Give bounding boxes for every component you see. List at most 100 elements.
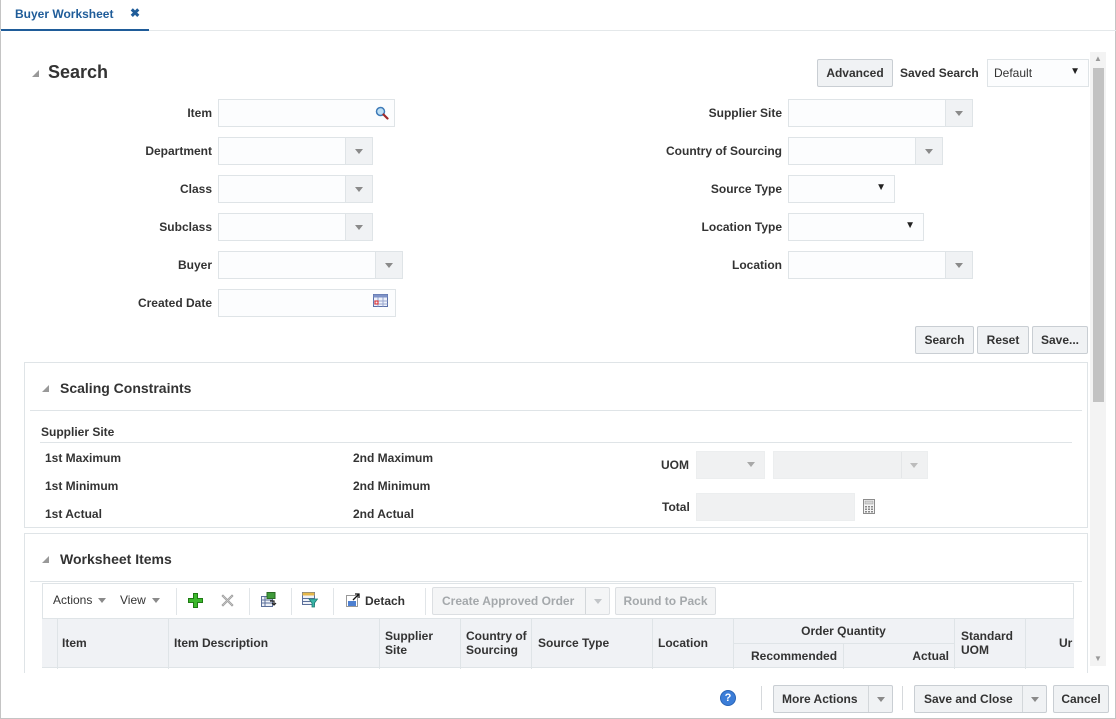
class-combobox[interactable] (218, 175, 373, 203)
dropdown-arrow-icon[interactable] (375, 252, 402, 278)
dropdown-caret-icon: ▼ (905, 220, 915, 231)
dropdown-caret-icon: ▼ (876, 182, 886, 193)
column-header-standard-uom[interactable]: Standard UOM (961, 629, 1013, 657)
column-header-item-description[interactable]: Item Description (174, 636, 268, 650)
column-divider (168, 619, 169, 669)
collapse-worksheet-icon[interactable] (42, 556, 49, 563)
column-divider (57, 619, 58, 669)
location-label: Location (732, 258, 782, 272)
subclass-combobox[interactable] (218, 213, 373, 241)
save-and-close-button[interactable]: Save and Close (914, 685, 1047, 713)
round-to-pack-label: Round to Pack (623, 594, 708, 608)
tab-buyer-worksheet[interactable]: Buyer Worksheet ✖ (1, 0, 149, 31)
column-header-unit-partial[interactable]: Ur (1059, 636, 1072, 650)
chevron-down-icon[interactable] (868, 686, 892, 712)
worksheet-toolbar: Actions View Detach Create Approved Orde… (42, 583, 1074, 618)
chevron-down-icon[interactable] (1022, 686, 1046, 712)
help-icon[interactable]: ? (720, 690, 736, 706)
search-button[interactable]: Search (915, 326, 974, 354)
header-line: Supplier (385, 629, 434, 643)
save-search-button-label: Save... (1040, 333, 1080, 347)
dropdown-caret-icon (910, 463, 918, 468)
column-divider (1025, 619, 1026, 669)
advanced-label: Advanced (826, 66, 884, 80)
calculator-icon[interactable] (863, 499, 875, 514)
supplier-site-combobox[interactable] (788, 99, 973, 127)
department-combobox[interactable] (218, 137, 373, 165)
dropdown-arrow-icon[interactable] (345, 176, 372, 202)
collapse-search-icon[interactable] (32, 70, 39, 77)
scrollbar-thumb[interactable] (1093, 68, 1104, 402)
first-maximum-label: 1st Maximum (45, 451, 122, 465)
round-to-pack-button[interactable]: Round to Pack (615, 587, 716, 615)
scaling-supplier-site-label: Supplier Site (41, 425, 115, 439)
save-and-close-label: Save and Close (924, 692, 1013, 706)
delete-icon[interactable] (221, 594, 234, 607)
uom-combobox (773, 451, 928, 479)
add-icon[interactable] (188, 593, 203, 608)
divider (40, 442, 1072, 443)
column-header-actual[interactable]: Actual (843, 649, 949, 663)
item-input[interactable] (218, 99, 395, 127)
more-actions-button[interactable]: More Actions (773, 685, 893, 713)
created-date-input[interactable] (218, 289, 396, 317)
search-icon[interactable] (375, 106, 389, 120)
toolbar-separator (249, 588, 250, 615)
export-to-excel-icon[interactable] (261, 592, 277, 608)
collapse-scaling-icon[interactable] (42, 385, 49, 392)
location-type-select[interactable]: ▼ (788, 213, 924, 241)
dropdown-arrow-icon[interactable] (945, 100, 972, 126)
first-actual-label: 1st Actual (45, 507, 102, 521)
total-input (696, 493, 855, 521)
saved-search-label: Saved Search (900, 66, 979, 80)
cancel-button[interactable]: Cancel (1053, 685, 1109, 713)
header-line: Site (385, 643, 408, 657)
chevron-down-icon[interactable] (585, 588, 609, 614)
reset-button[interactable]: Reset (977, 326, 1029, 354)
column-header-supplier-site[interactable]: Supplier Site (385, 629, 433, 657)
total-label: Total (662, 500, 690, 514)
supplier-site-label: Supplier Site (708, 106, 782, 120)
saved-search-value: Default (994, 66, 1033, 80)
query-by-example-icon[interactable] (302, 592, 318, 608)
close-icon[interactable]: ✖ (130, 6, 140, 20)
buyer-combobox[interactable] (218, 251, 403, 279)
country-of-sourcing-combobox[interactable] (788, 137, 943, 165)
detach-button[interactable]: Detach (346, 593, 405, 608)
column-header-location[interactable]: Location (658, 636, 708, 650)
dropdown-arrow-icon[interactable] (345, 214, 372, 240)
location-combobox[interactable] (788, 251, 973, 279)
source-type-label: Source Type (710, 182, 782, 196)
column-header-recommended[interactable]: Recommended (751, 649, 837, 663)
create-approved-order-button[interactable]: Create Approved Order (432, 587, 610, 615)
header-line: UOM (961, 643, 989, 657)
toolbar-separator (333, 588, 334, 615)
scroll-down-icon[interactable]: ▼ (1090, 652, 1106, 666)
saved-search-select[interactable]: Default ▼ (987, 59, 1089, 87)
source-type-select[interactable]: ▼ (788, 175, 895, 203)
divider (30, 581, 1082, 582)
save-search-button[interactable]: Save... (1032, 326, 1088, 354)
column-header-item[interactable]: Item (62, 636, 87, 650)
dropdown-arrow-icon[interactable] (945, 252, 972, 278)
dropdown-caret-icon: ▼ (1070, 66, 1080, 77)
vertical-scrollbar[interactable]: ▲ ▼ (1090, 52, 1106, 666)
advanced-button[interactable]: Advanced (817, 59, 893, 87)
chevron-down-icon (98, 598, 107, 604)
column-divider (652, 619, 653, 669)
dropdown-arrow-icon[interactable] (915, 138, 942, 164)
dropdown-arrow-icon[interactable] (345, 138, 372, 164)
first-minimum-label: 1st Minimum (45, 479, 119, 493)
scroll-up-icon[interactable]: ▲ (1090, 52, 1106, 66)
detach-label: Detach (365, 594, 406, 608)
actions-menu[interactable]: Actions (53, 593, 107, 607)
column-header-country-of-sourcing[interactable]: Country of Sourcing (466, 629, 527, 657)
column-header-source-type[interactable]: Source Type (538, 636, 609, 650)
class-label: Class (179, 182, 212, 196)
worksheet-items-title: Worksheet Items (60, 551, 172, 567)
column-divider (379, 619, 380, 669)
view-menu[interactable]: View (120, 593, 160, 607)
actions-menu-label: Actions (53, 593, 93, 607)
calendar-icon[interactable] (373, 294, 388, 307)
created-date-label: Created Date (137, 296, 212, 310)
